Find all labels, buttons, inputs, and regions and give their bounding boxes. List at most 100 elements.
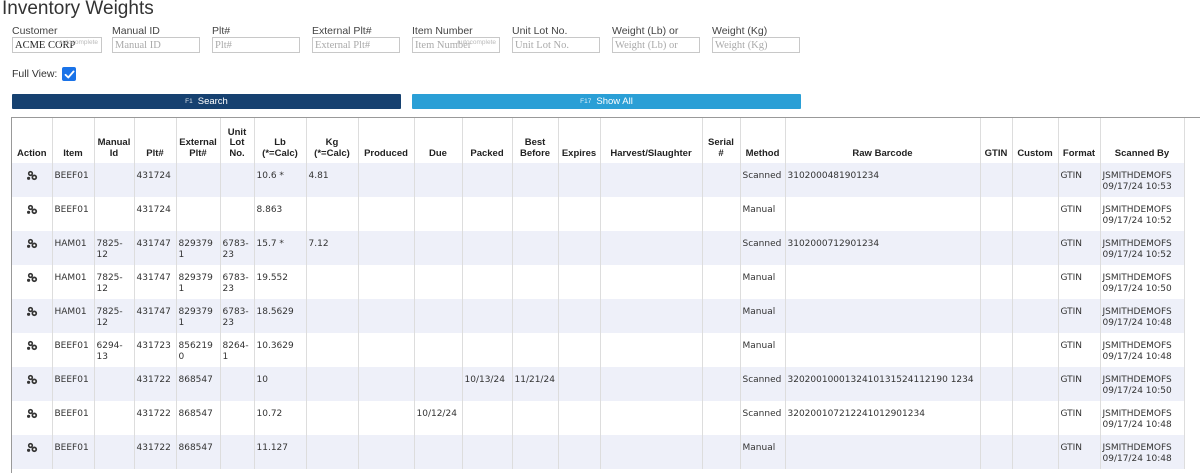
- filter-label-plt: Plt#: [212, 25, 231, 37]
- cell-format: GTIN: [1058, 435, 1101, 469]
- search-button[interactable]: F1 Search: [12, 94, 401, 109]
- cell-method: Manual: [740, 197, 786, 231]
- column-header-lb[interactable]: Lb (*=Calc): [254, 118, 307, 163]
- cell-kg: [306, 367, 359, 401]
- column-header-due[interactable]: Due: [414, 118, 463, 163]
- row-action-cell[interactable]: [12, 231, 53, 265]
- cell-due: [414, 163, 463, 197]
- table-row[interactable]: BEEF01 6294-13 431723 8562190 8264-1 10.3629 M…: [12, 333, 1185, 367]
- column-header-gtin[interactable]: GTIN: [980, 118, 1013, 163]
- gears-icon[interactable]: [26, 204, 38, 215]
- column-header-raw-barcode[interactable]: Raw Barcode: [785, 118, 981, 163]
- cell-format: GTIN: [1058, 333, 1101, 367]
- column-header-kg[interactable]: Kg (*=Calc): [306, 118, 359, 163]
- column-header-harvest[interactable]: Harvest/Slaughter: [600, 118, 703, 163]
- plt-input[interactable]: [212, 37, 300, 53]
- table-row[interactable]: BEEF01 431722 868547 10.72 10/12/24 Scanned 32…: [12, 401, 1185, 435]
- show-all-shortcut-key: F17: [580, 98, 592, 105]
- cell-unit-lot: [220, 163, 255, 197]
- row-action-cell[interactable]: [12, 163, 53, 197]
- column-header-expires[interactable]: Expires: [558, 118, 601, 163]
- full-view-checkbox[interactable]: [62, 67, 77, 81]
- gears-icon[interactable]: [26, 306, 38, 317]
- cell-best-before: [512, 231, 559, 265]
- cell-item: HAM01: [52, 299, 95, 333]
- cell-manual-id: [94, 367, 135, 401]
- gears-icon[interactable]: [26, 272, 38, 283]
- inventory-weights-grid: Action Item Manual Id Plt# External Plt# Unit Lo…: [11, 117, 1200, 473]
- row-action-cell[interactable]: [12, 401, 53, 435]
- cell-raw-barcode: 3102000712901234: [785, 231, 981, 265]
- column-header-serial[interactable]: Serial #: [702, 118, 741, 163]
- gears-icon[interactable]: [26, 408, 38, 419]
- gears-icon[interactable]: [26, 340, 38, 351]
- weight-kg-input[interactable]: [712, 37, 800, 53]
- cell-format: GTIN: [1058, 265, 1101, 299]
- column-header-plt[interactable]: Plt#: [134, 118, 177, 163]
- full-view-toggle[interactable]: Full View:: [12, 67, 77, 81]
- row-action-cell[interactable]: [12, 333, 53, 367]
- checkmark-icon: [64, 70, 75, 78]
- column-header-packed[interactable]: Packed: [462, 118, 513, 163]
- column-header-unit-lot[interactable]: Unit Lot No.: [220, 118, 255, 163]
- cell-gtin: [980, 299, 1013, 333]
- gears-icon[interactable]: [26, 374, 38, 385]
- manual-id-input[interactable]: [112, 37, 200, 53]
- cell-external-plt: [176, 163, 221, 197]
- table-row[interactable]: BEEF01 431724 10.6 * 4.81 Scanned 31020004819…: [12, 163, 1185, 197]
- column-header-scanned-by[interactable]: Scanned By: [1100, 118, 1185, 163]
- cell-packed: [462, 197, 513, 231]
- cell-produced: [358, 197, 415, 231]
- gears-icon[interactable]: [26, 442, 38, 453]
- row-action-cell[interactable]: [12, 367, 53, 401]
- table-row[interactable]: HAM01 7825-12 431747 8293791 6783-23 18.5629 M…: [12, 299, 1185, 333]
- cell-packed: [462, 435, 513, 469]
- weight-lb-input[interactable]: [612, 37, 700, 53]
- cell-serial: [702, 333, 741, 367]
- table-row[interactable]: BEEF01 431722 868547 11.127 Manual GTIN JSMITH…: [12, 435, 1185, 469]
- cell-raw-barcode: [785, 299, 981, 333]
- column-header-method[interactable]: Method: [740, 118, 786, 163]
- cell-lb: 19.552: [254, 265, 307, 299]
- table-row[interactable]: BEEF01 431724 8.863 Manual GTIN JSMITHDEMOFS 0…: [12, 197, 1185, 231]
- row-action-cell[interactable]: [12, 435, 53, 469]
- column-header-item[interactable]: Item: [52, 118, 95, 163]
- row-action-cell[interactable]: [12, 299, 53, 333]
- cell-packed: [462, 265, 513, 299]
- table-row[interactable]: BEEF01 431722 868547 10 10/13/24 11/21/24 Scan…: [12, 367, 1185, 401]
- cell-harvest: [600, 367, 703, 401]
- cell-expires: [558, 163, 601, 197]
- column-header-action[interactable]: Action: [12, 118, 53, 163]
- cell-lb: 10.72: [254, 401, 307, 435]
- cell-custom: [1012, 265, 1059, 299]
- cell-packed: [462, 163, 513, 197]
- show-all-button[interactable]: F17 Show All: [412, 94, 801, 109]
- column-header-produced[interactable]: Produced: [358, 118, 415, 163]
- unit-lot-input[interactable]: [512, 37, 600, 53]
- column-header-external-plt[interactable]: External Plt#: [176, 118, 221, 163]
- cell-scanned-by: JSMITHDEMOFS 09/17/24 10:48: [1100, 435, 1185, 469]
- external-plt-input[interactable]: [312, 37, 400, 53]
- cell-method: Scanned: [740, 367, 786, 401]
- row-action-cell[interactable]: [12, 197, 53, 231]
- cell-format: GTIN: [1058, 163, 1101, 197]
- column-header-best-before[interactable]: Best Before: [512, 118, 559, 163]
- row-action-cell[interactable]: [12, 265, 53, 299]
- cell-kg: [306, 299, 359, 333]
- column-header-format[interactable]: Format: [1058, 118, 1101, 163]
- gears-icon[interactable]: [26, 170, 38, 181]
- cell-due: [414, 265, 463, 299]
- cell-scanned-by: JSMITHDEMOFS 09/17/24 10:52: [1100, 231, 1185, 265]
- cell-item: BEEF01: [52, 367, 95, 401]
- cell-harvest: [600, 163, 703, 197]
- cell-gtin: [980, 197, 1013, 231]
- inventory-table: Action Item Manual Id Plt# External Plt# Unit Lo…: [12, 118, 1185, 469]
- column-header-manual-id[interactable]: Manual Id: [94, 118, 135, 163]
- table-row[interactable]: HAM01 7825-12 431747 8293791 6783-23 19.552 Ma…: [12, 265, 1185, 299]
- cell-gtin: [980, 367, 1013, 401]
- table-row[interactable]: HAM01 7825-12 431747 8293791 6783-23 15.7 * 7.…: [12, 231, 1185, 265]
- gears-icon[interactable]: [26, 238, 38, 249]
- filter-customer: Customerautocomplete: [12, 25, 102, 53]
- column-header-custom[interactable]: Custom: [1012, 118, 1059, 163]
- cell-lb: 8.863: [254, 197, 307, 231]
